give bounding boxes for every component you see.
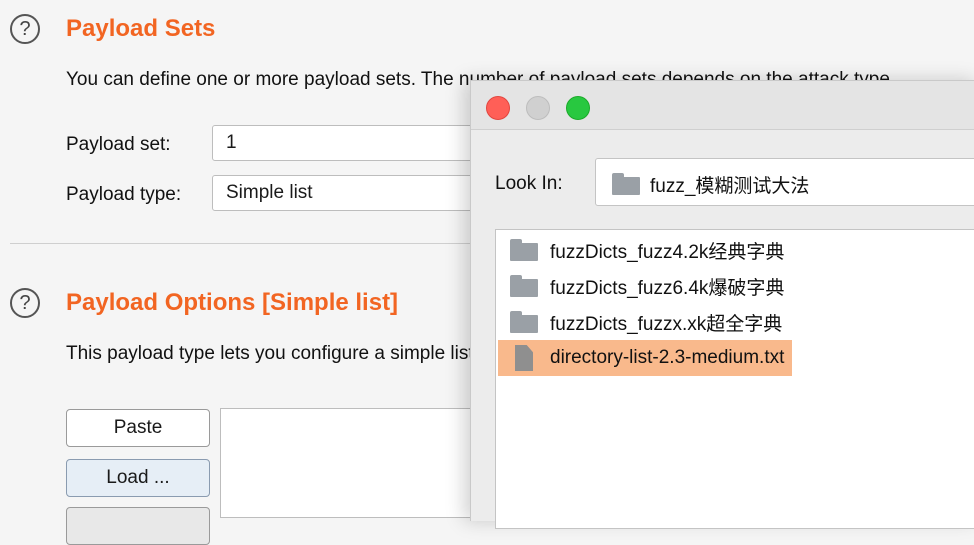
- folder-icon: [510, 237, 538, 263]
- list-item[interactable]: fuzzDicts_fuzz6.4k爆破字典: [498, 268, 792, 304]
- file-name: fuzzDicts_fuzz6.4k爆破字典: [550, 277, 785, 299]
- load-button[interactable]: Load ...: [66, 459, 210, 497]
- payload-set-label: Payload set:: [66, 134, 171, 155]
- payload-type-value: Simple list: [226, 182, 313, 203]
- payload-options-description: This payload type lets you configure a s…: [66, 343, 474, 364]
- section-divider: [10, 243, 480, 244]
- help-glyph: ?: [19, 291, 31, 314]
- help-glyph: ?: [19, 17, 31, 40]
- folder-icon: [510, 309, 538, 335]
- payload-options-title: Payload Options [Simple list]: [66, 289, 399, 316]
- close-button[interactable]: [486, 96, 510, 120]
- file-name: fuzzDicts_fuzzx.xk超全字典: [550, 313, 783, 335]
- zoom-button[interactable]: [566, 96, 590, 120]
- payload-set-select[interactable]: 1: [212, 125, 492, 161]
- payload-set-value: 1: [226, 132, 237, 153]
- folder-icon: [510, 273, 538, 299]
- lookin-label: Look In:: [495, 173, 563, 194]
- payload-type-select[interactable]: Simple list: [212, 175, 492, 211]
- list-item[interactable]: fuzzDicts_fuzzx.xk超全字典: [498, 304, 790, 340]
- folder-icon: [612, 173, 640, 195]
- remove-button[interactable]: [66, 507, 210, 545]
- list-item-selected[interactable]: directory-list-2.3-medium.txt: [498, 340, 793, 376]
- file-chooser-dialog: Look In: fuzz_模糊测试大法 fuzzDicts_fuzz4.2k经…: [470, 80, 974, 529]
- dialog-titlebar[interactable]: [471, 81, 974, 130]
- payload-list[interactable]: [220, 408, 480, 518]
- payload-sets-title: Payload Sets: [66, 15, 216, 42]
- file-icon: [510, 345, 538, 371]
- minimize-button[interactable]: [526, 96, 550, 120]
- file-name: directory-list-2.3-medium.txt: [550, 347, 785, 368]
- lookin-value: fuzz_模糊测试大法: [650, 176, 810, 197]
- help-icon[interactable]: ?: [10, 14, 40, 44]
- list-item[interactable]: fuzzDicts_fuzz4.2k经典字典: [498, 232, 792, 268]
- file-name: fuzzDicts_fuzz4.2k经典字典: [550, 241, 785, 263]
- payload-type-label: Payload type:: [66, 184, 182, 205]
- file-list[interactable]: fuzzDicts_fuzz4.2k经典字典 fuzzDicts_fuzz6.4…: [495, 229, 974, 529]
- lookin-select[interactable]: fuzz_模糊测试大法: [595, 158, 974, 206]
- paste-button[interactable]: Paste: [66, 409, 210, 447]
- help-icon[interactable]: ?: [10, 288, 40, 318]
